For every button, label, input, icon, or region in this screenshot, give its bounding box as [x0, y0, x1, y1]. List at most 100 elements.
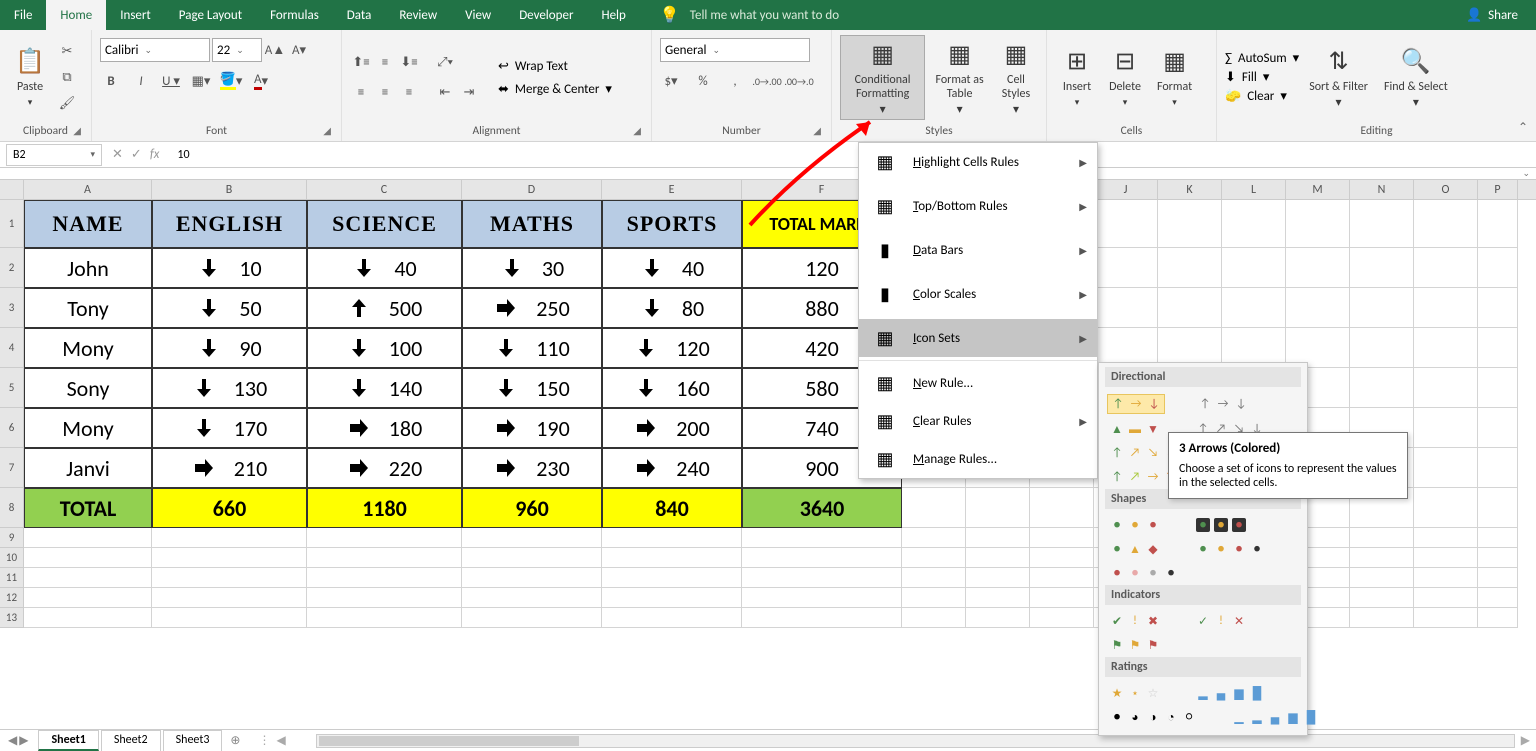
column-header[interactable]: N — [1350, 180, 1414, 199]
menu-item-manage-rules[interactable]: ▦Manage Rules... — [859, 440, 1097, 478]
cell[interactable] — [1478, 548, 1518, 568]
cell[interactable] — [1478, 488, 1518, 528]
cell[interactable] — [1414, 328, 1478, 368]
row-header[interactable]: 5 — [0, 368, 24, 408]
format-cells-button[interactable]: ▦Format▾ — [1151, 35, 1198, 120]
percent-format-button[interactable]: % — [692, 70, 714, 92]
align-center-button[interactable]: ≡ — [374, 82, 396, 104]
cell[interactable] — [902, 608, 966, 628]
cell[interactable] — [966, 608, 1030, 628]
menu-item-top-bottom-rules[interactable]: ▦Top/Bottom Rules▶ — [859, 187, 1097, 225]
borders-button[interactable]: ▦▾ — [190, 70, 212, 92]
cell[interactable]: 250 — [462, 288, 602, 328]
row-header[interactable]: 4 — [0, 328, 24, 368]
underline-button[interactable]: U ▾ — [160, 70, 182, 92]
row-header[interactable]: 7 — [0, 448, 24, 488]
cell[interactable] — [1478, 248, 1518, 288]
cell[interactable] — [24, 548, 152, 568]
column-header[interactable]: D — [462, 180, 602, 199]
cell[interactable]: 100 — [307, 328, 462, 368]
merge-center-button[interactable]: ⬌Merge & Center ▾ — [498, 82, 612, 97]
cell[interactable]: Sony — [24, 368, 152, 408]
cell[interactable] — [1414, 488, 1478, 528]
cell[interactable] — [1414, 448, 1478, 488]
ribbon-tab-help[interactable]: Help — [587, 0, 639, 30]
cell[interactable] — [602, 568, 742, 588]
cell[interactable] — [24, 588, 152, 608]
ribbon-tab-developer[interactable]: Developer — [505, 0, 587, 30]
cell[interactable] — [462, 608, 602, 628]
cell[interactable]: Mony — [24, 328, 152, 368]
row-header[interactable]: 6 — [0, 408, 24, 448]
cell[interactable] — [462, 548, 602, 568]
cell[interactable]: 10 — [152, 248, 307, 288]
decrease-font-button[interactable]: A▾ — [288, 39, 310, 61]
cell[interactable]: 40 — [602, 248, 742, 288]
cell[interactable] — [966, 488, 1030, 528]
cell[interactable] — [602, 528, 742, 548]
cell[interactable]: 80 — [602, 288, 742, 328]
cell[interactable] — [1414, 548, 1478, 568]
cell[interactable] — [462, 588, 602, 608]
sort-filter-button[interactable]: ⇅Sort & Filter ▾ — [1303, 35, 1374, 120]
cell[interactable] — [152, 528, 307, 548]
name-box[interactable]: B2▾ — [6, 144, 102, 166]
column-header[interactable]: O — [1414, 180, 1478, 199]
ribbon-tab-data[interactable]: Data — [333, 0, 386, 30]
cell[interactable]: NAME — [24, 200, 152, 248]
sheet-tab-sheet3[interactable]: Sheet3 — [163, 730, 223, 751]
ribbon-tab-file[interactable]: File — [0, 0, 46, 30]
cell[interactable] — [307, 548, 462, 568]
icon-set-3-symbols[interactable]: ✓!✕ — [1193, 612, 1249, 630]
cell[interactable] — [1030, 588, 1094, 608]
cell[interactable] — [1478, 568, 1518, 588]
cell[interactable] — [1350, 568, 1414, 588]
bold-button[interactable]: B — [100, 70, 122, 92]
cell[interactable] — [1478, 588, 1518, 608]
row-header[interactable]: 12 — [0, 588, 24, 608]
cell[interactable] — [1350, 368, 1414, 408]
cell[interactable] — [1478, 368, 1518, 408]
formula-input[interactable]: 10 — [169, 146, 1536, 164]
dialog-launcher-icon[interactable]: ◢ — [633, 124, 641, 137]
cancel-icon[interactable]: ✕ — [112, 147, 123, 162]
cell[interactable] — [1414, 288, 1478, 328]
number-format-select[interactable]: General⌄ — [660, 38, 810, 62]
cell[interactable] — [902, 548, 966, 568]
sheet-tab-sheet1[interactable]: Sheet1 — [38, 730, 98, 751]
format-as-table-button[interactable]: ▦ Format as Table ▾ — [929, 35, 990, 120]
cell[interactable]: 200 — [602, 408, 742, 448]
cell[interactable] — [1222, 200, 1286, 248]
menu-item-new-rule[interactable]: ▦New Rule... — [859, 364, 1097, 402]
cell[interactable]: 3640 — [742, 488, 902, 528]
cell[interactable] — [742, 568, 902, 588]
cell[interactable]: 30 — [462, 248, 602, 288]
cell[interactable]: 210 — [152, 448, 307, 488]
cell[interactable] — [152, 608, 307, 628]
cell[interactable]: 120 — [602, 328, 742, 368]
cell[interactable] — [1414, 588, 1478, 608]
menu-item-data-bars[interactable]: ▮Data Bars▶ — [859, 231, 1097, 269]
ribbon-tab-home[interactable]: Home — [46, 0, 106, 30]
cell[interactable] — [1350, 200, 1414, 248]
row-header[interactable]: 8 — [0, 488, 24, 528]
cell[interactable] — [966, 548, 1030, 568]
cell[interactable] — [966, 588, 1030, 608]
ribbon-tab-insert[interactable]: Insert — [106, 0, 165, 30]
cell[interactable] — [1158, 248, 1222, 288]
cell[interactable]: Mony — [24, 408, 152, 448]
align-bottom-button[interactable]: ⬇≡ — [398, 52, 420, 74]
cell[interactable] — [1286, 200, 1350, 248]
font-color-button[interactable]: A▾ — [250, 70, 272, 92]
column-header[interactable]: C — [307, 180, 462, 199]
align-left-button[interactable]: ≡ — [350, 82, 372, 104]
increase-indent-button[interactable]: ⇥ — [458, 82, 480, 104]
cell[interactable]: SCIENCE — [307, 200, 462, 248]
column-header[interactable]: M — [1286, 180, 1350, 199]
column-header[interactable]: L — [1222, 180, 1286, 199]
cell[interactable] — [966, 568, 1030, 588]
decrease-decimal-button[interactable]: .00→.0 — [788, 70, 810, 92]
conditional-formatting-button[interactable]: ▦ Conditional Formatting ▾ — [840, 35, 925, 120]
increase-decimal-button[interactable]: .0→.00 — [756, 70, 778, 92]
align-right-button[interactable]: ≡ — [398, 82, 420, 104]
